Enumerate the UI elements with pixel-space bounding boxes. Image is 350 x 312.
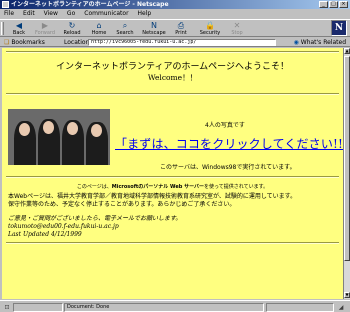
home-button-label: Home [91, 30, 107, 36]
whats-related-button[interactable]: ◉ What's Related [294, 38, 346, 47]
photo-face-1 [19, 123, 30, 136]
print-button-label: Print [175, 30, 187, 36]
bookmarks-button[interactable]: ❏ Bookmarks [4, 38, 45, 47]
back-arrow-icon: ◀ [15, 21, 23, 30]
toolbar-grip[interactable] [1, 22, 4, 35]
back-button[interactable]: ◀ Back [7, 21, 31, 37]
stop-button[interactable]: ✕ Stop [225, 21, 249, 37]
close-button[interactable]: × [339, 1, 348, 8]
menu-view[interactable]: View [44, 10, 58, 18]
menu-edit[interactable]: Edit [23, 10, 35, 18]
netscape-app-icon[interactable] [2, 1, 9, 8]
description-line-2: 保守作業等のため、予定なく停止することがあります。あらかじめご了承ください。 [8, 201, 236, 208]
maximize-button[interactable]: □ [329, 1, 338, 8]
progress-cell [13, 303, 63, 312]
search-button-label: Search [116, 30, 134, 36]
status-text: Document: Done [64, 303, 264, 312]
divider-mid [6, 93, 339, 95]
search-button[interactable]: ⌕ Search [113, 21, 137, 37]
menu-bar: File Edit View Go Communicator Help [0, 10, 350, 18]
minimize-button[interactable]: _ [319, 1, 328, 8]
security-button-label: Security [199, 30, 221, 36]
netscape-icon: N [151, 21, 157, 30]
netscape-button[interactable]: N Netscape [139, 21, 169, 37]
netscape-button-label: Netscape [142, 30, 166, 36]
home-icon: ⌂ [96, 21, 102, 30]
photo-face-3 [67, 122, 78, 135]
print-button[interactable]: ⎙ Print [169, 21, 193, 37]
contact-email[interactable]: tokumoto@edu00.f-edu.fukui-u.ac.jp [8, 223, 119, 231]
divider-bottom [6, 242, 339, 244]
forward-arrow-icon: ▶ [41, 21, 49, 30]
welcome-title: インターネットボランティアのホームページへようこそ！ [55, 62, 289, 72]
forward-button-label: Forward [34, 30, 56, 36]
menu-go[interactable]: Go [67, 10, 75, 18]
photo-caption: 4人の写真です [205, 122, 245, 129]
page-content: インターネットボランティアのホームページへようこそ！ Welcome！！ 4人の… [2, 48, 343, 299]
scroll-down-arrow-icon[interactable]: ▼ [344, 292, 350, 298]
window-controls: _ □ × [319, 1, 348, 8]
divider-lower [6, 176, 339, 178]
reload-button-label: Reload [63, 30, 81, 36]
bookmark-icon: ❏ [4, 39, 10, 46]
security-lock-icon[interactable]: ⊡ [2, 303, 12, 312]
url-input[interactable]: http://ivc96005-fedu.fukui-u.ac.jp/ [88, 39, 276, 46]
server-note: このサーバは、Windows98で実行されています。 [160, 164, 296, 171]
status-bar: ⊡ Document: Done ◢ [0, 300, 350, 312]
security-button[interactable]: 🔒 Security [196, 21, 224, 37]
photo-face-4 [91, 124, 102, 137]
pws-note-bold: Microsoftのパーソナル Web サーバー [111, 184, 205, 190]
menu-communicator[interactable]: Communicator [84, 10, 128, 18]
navigation-toolbar: ◀ Back ▶ Forward ↻ Reload ⌂ Home ⌕ Searc… [0, 19, 350, 37]
reload-button[interactable]: ↻ Reload [60, 21, 84, 37]
divider-top [6, 51, 339, 53]
title-bar[interactable]: インターネットボランティアのホームページ - Netscape _ □ × [0, 0, 350, 9]
stop-button-label: Stop [231, 30, 243, 36]
description-line-1: 本Webページは、福井大学教育学部／教育地域科学部情報技術教育系研究室が、試験的… [8, 193, 297, 200]
reload-icon: ↻ [68, 21, 76, 30]
photo-face-2 [43, 121, 54, 134]
location-toolbar: ❏ Bookmarks Location: http://ivc96005-fe… [0, 38, 350, 47]
printer-icon: ⎙ [177, 21, 185, 30]
netscape-logo-icon[interactable]: N [331, 20, 347, 36]
resize-grip-icon[interactable]: ◢ [336, 303, 346, 312]
home-button[interactable]: ⌂ Home [87, 21, 111, 37]
browser-window: インターネットボランティアのホームページ - Netscape _ □ × Fi… [0, 0, 350, 312]
bookmarks-label: Bookmarks [11, 39, 45, 46]
component-bar [266, 303, 334, 312]
stop-icon: ✕ [233, 21, 241, 30]
search-icon: ⌕ [122, 21, 128, 30]
window-title: インターネットボランティアのホームページ - Netscape [11, 1, 169, 8]
pws-note: このページは、Microsoftのパーソナル Web サーバーを使って提供されて… [2, 183, 343, 190]
lock-icon: 🔒 [205, 21, 215, 30]
click-here-link[interactable]: 「まずは、ココをクリックしてください!!」 [115, 135, 343, 152]
menu-help[interactable]: Help [138, 10, 152, 18]
back-button-label: Back [12, 30, 26, 36]
related-icon: ◉ [293, 39, 299, 46]
scroll-up-arrow-icon[interactable]: ▲ [344, 48, 350, 54]
scrollbar-thumb[interactable] [344, 56, 350, 261]
pws-note-suffix: を使って提供されています。 [204, 184, 269, 190]
pws-note-prefix: このページは、 [76, 184, 112, 190]
forward-button[interactable]: ▶ Forward [33, 21, 57, 37]
last-updated: Last Updated 4/12/1999 [8, 231, 82, 238]
vertical-scrollbar[interactable]: ▲ ▼ [343, 48, 350, 299]
welcome-subtitle: Welcome！！ [147, 73, 198, 82]
group-photo[interactable] [8, 109, 110, 165]
whats-related-label: What's Related [300, 39, 346, 46]
menu-file[interactable]: File [4, 10, 14, 18]
contact-line: ご意見・ご質問がございましたら、電子メールでお願いします。 [8, 215, 182, 222]
